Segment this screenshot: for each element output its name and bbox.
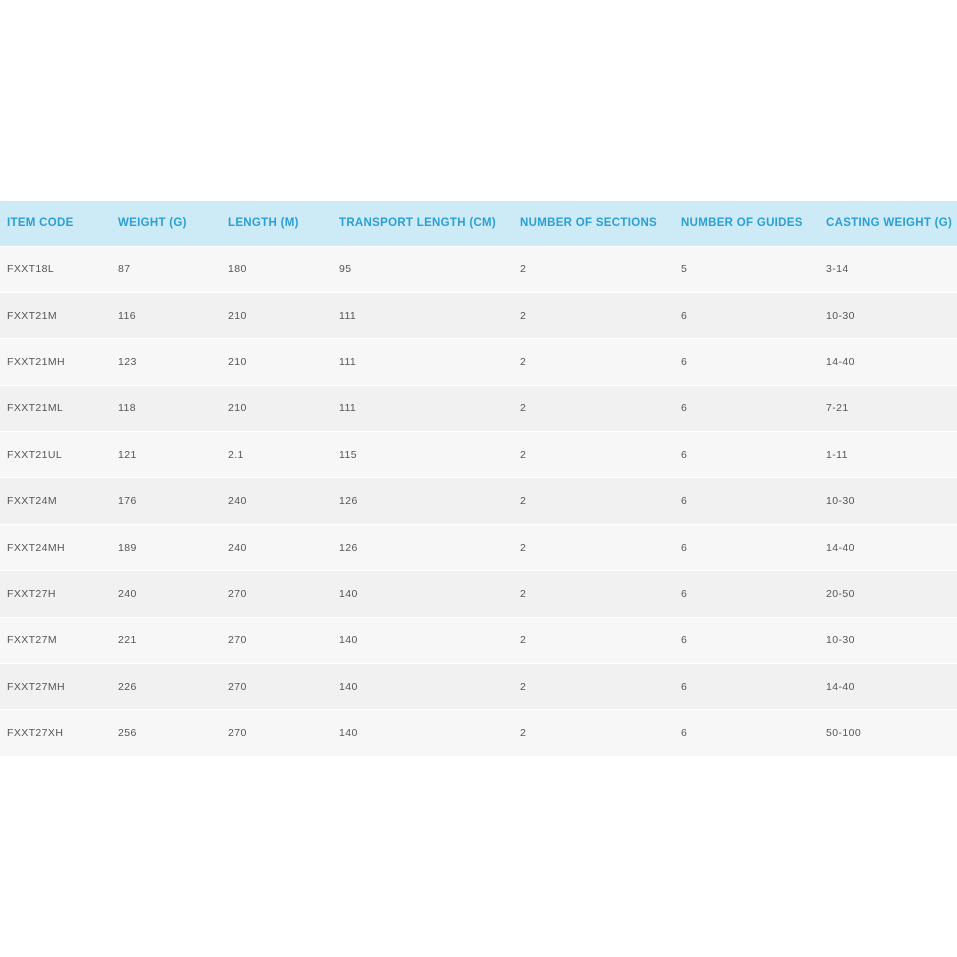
- cell-length: 270: [228, 587, 247, 600]
- cell-casting-weight: 20-50: [826, 587, 855, 600]
- cell-weight: 176: [118, 495, 137, 508]
- cell-transport-length: 140: [339, 587, 358, 600]
- cell-weight: 256: [118, 727, 137, 740]
- cell-weight: 123: [118, 355, 137, 368]
- cell-casting-weight: 7-21: [826, 402, 849, 415]
- spec-table: ITEM CODE WEIGHT (G) LENGTH (M) TRANSPOR…: [0, 201, 957, 757]
- header-casting-weight: CASTING WEIGHT (G): [826, 217, 953, 230]
- table-row: FXXT27XH 256 270 140 2 6 50-100: [0, 709, 957, 757]
- cell-weight: 87: [118, 263, 131, 276]
- cell-item-code: FXXT21M: [7, 309, 58, 322]
- table-body: FXXT18L 87 180 95 2 5 3-14 FXXT21M 116 210 111 2 6 10…: [0, 246, 957, 757]
- cell-weight: 240: [118, 587, 137, 600]
- cell-sections: 2: [520, 309, 527, 322]
- header-weight: WEIGHT (G): [118, 217, 187, 230]
- cell-transport-length: 111: [339, 402, 357, 415]
- cell-casting-weight: 10-30: [826, 495, 855, 508]
- cell-transport-length: 111: [339, 309, 357, 322]
- table-row: FXXT21UL 121 2.1 115 2 6 1-11: [0, 431, 957, 478]
- header-item-code: ITEM CODE: [7, 217, 74, 230]
- table-row: FXXT21MH 123 210 111 2 6 14-40: [0, 338, 957, 386]
- cell-guides: 6: [681, 727, 688, 740]
- cell-casting-weight: 14-40: [826, 355, 855, 368]
- cell-transport-length: 126: [339, 495, 358, 508]
- cell-guides: 6: [681, 448, 688, 461]
- cell-guides: 5: [681, 263, 688, 276]
- table-row: FXXT24M 176 240 126 2 6 10-30: [0, 477, 957, 525]
- cell-guides: 6: [681, 402, 688, 415]
- cell-transport-length: 140: [339, 634, 358, 647]
- cell-sections: 2: [520, 402, 527, 415]
- header-transport-length: TRANSPORT LENGTH (CM): [339, 217, 497, 230]
- cell-guides: 6: [681, 355, 688, 368]
- cell-weight: 221: [118, 634, 137, 647]
- table-row: FXXT18L 87 180 95 2 5 3-14: [0, 246, 957, 293]
- cell-transport-length: 111: [339, 355, 357, 368]
- cell-sections: 2: [520, 727, 527, 740]
- cell-length: 270: [228, 727, 247, 740]
- header-length: LENGTH (M): [228, 217, 299, 230]
- cell-length: 240: [228, 541, 247, 554]
- cell-item-code: FXXT18L: [7, 263, 55, 276]
- cell-item-code: FXXT24M: [7, 495, 58, 508]
- cell-item-code: FXXT21MH: [7, 355, 66, 368]
- cell-sections: 2: [520, 634, 527, 647]
- cell-casting-weight: 14-40: [826, 541, 855, 554]
- cell-transport-length: 115: [339, 448, 357, 461]
- cell-sections: 2: [520, 541, 527, 554]
- cell-guides: 6: [681, 587, 688, 600]
- cell-item-code: FXXT21UL: [7, 448, 63, 461]
- cell-length: 2.1: [228, 448, 244, 461]
- table-row: FXXT21ML 118 210 111 2 6 7-21: [0, 385, 957, 432]
- cell-guides: 6: [681, 541, 688, 554]
- cell-sections: 2: [520, 263, 527, 276]
- cell-length: 180: [228, 263, 247, 276]
- cell-length: 270: [228, 680, 247, 693]
- cell-weight: 226: [118, 680, 137, 693]
- cell-transport-length: 140: [339, 727, 358, 740]
- cell-item-code: FXXT27XH: [7, 727, 64, 740]
- cell-casting-weight: 50-100: [826, 727, 862, 740]
- cell-item-code: FXXT27MH: [7, 680, 66, 693]
- table-row: FXXT24MH 189 240 126 2 6 14-40: [0, 524, 957, 571]
- cell-transport-length: 126: [339, 541, 358, 554]
- cell-item-code: FXXT27M: [7, 634, 58, 647]
- table-row: FXXT27MH 226 270 140 2 6 14-40: [0, 663, 957, 710]
- cell-length: 210: [228, 309, 247, 322]
- header-number-of-guides: NUMBER OF GUIDES: [681, 217, 803, 230]
- cell-transport-length: 140: [339, 680, 358, 693]
- cell-sections: 2: [520, 355, 527, 368]
- cell-length: 210: [228, 402, 247, 415]
- cell-guides: 6: [681, 680, 688, 693]
- table-header: ITEM CODE WEIGHT (G) LENGTH (M) TRANSPOR…: [0, 201, 957, 246]
- cell-casting-weight: 3-14: [826, 263, 849, 276]
- table-row: FXXT27M 221 270 140 2 6 10-30: [0, 617, 957, 664]
- cell-length: 210: [228, 355, 247, 368]
- cell-item-code: FXXT27H: [7, 587, 56, 600]
- cell-casting-weight: 14-40: [826, 680, 855, 693]
- cell-item-code: FXXT24MH: [7, 541, 66, 554]
- cell-sections: 2: [520, 680, 527, 693]
- cell-weight: 189: [118, 541, 137, 554]
- cell-casting-weight: 1-11: [826, 448, 848, 461]
- cell-weight: 116: [118, 309, 136, 322]
- cell-sections: 2: [520, 495, 527, 508]
- cell-guides: 6: [681, 495, 688, 508]
- cell-length: 240: [228, 495, 247, 508]
- cell-weight: 121: [118, 448, 137, 461]
- cell-casting-weight: 10-30: [826, 634, 855, 647]
- header-number-of-sections: NUMBER OF SECTIONS: [520, 217, 658, 230]
- cell-weight: 118: [118, 402, 136, 415]
- cell-length: 270: [228, 634, 247, 647]
- cell-item-code: FXXT21ML: [7, 402, 64, 415]
- table-row: FXXT21M 116 210 111 2 6 10-30: [0, 292, 957, 339]
- cell-casting-weight: 10-30: [826, 309, 855, 322]
- cell-guides: 6: [681, 634, 688, 647]
- cell-sections: 2: [520, 587, 527, 600]
- cell-sections: 2: [520, 448, 527, 461]
- table-row: FXXT27H 240 270 140 2 6 20-50: [0, 570, 957, 618]
- cell-transport-length: 95: [339, 263, 352, 276]
- header-row: ITEM CODE WEIGHT (G) LENGTH (M) TRANSPOR…: [0, 201, 957, 246]
- cell-guides: 6: [681, 309, 688, 322]
